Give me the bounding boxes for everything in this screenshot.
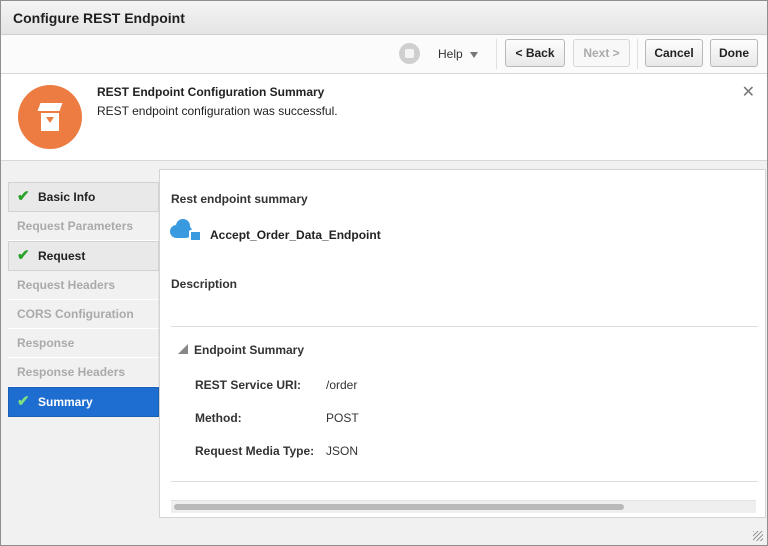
sidebar-item-request-parameters[interactable]: Request Parameters: [8, 212, 159, 241]
endpoint-summary-section-title[interactable]: Endpoint Summary: [194, 343, 304, 357]
sidebar-item-request-headers[interactable]: Request Headers: [8, 271, 159, 300]
summary-panel: Rest endpoint summary Accept_Order_Data_…: [159, 169, 766, 518]
request-media-type-label: Request Media Type:: [195, 444, 315, 458]
method-value: POST: [326, 411, 359, 425]
sidebar-item-label: Response Headers: [17, 365, 126, 379]
confirmation-banner: REST Endpoint Configuration Summary REST…: [1, 74, 767, 161]
check-icon: ✔: [17, 188, 30, 205]
horizontal-scrollbar[interactable]: [171, 500, 756, 513]
help-icon[interactable]: [399, 43, 420, 64]
badge-arrow: [46, 117, 54, 123]
sidebar-item-cors-configuration[interactable]: CORS Configuration: [8, 300, 159, 329]
resize-grip-icon[interactable]: [753, 531, 763, 541]
wizard-badge-icon: [18, 85, 82, 149]
configure-rest-endpoint-dialog: Configure REST Endpoint Help < Back Next…: [0, 0, 768, 546]
section-divider: [171, 481, 758, 482]
plug-shape: [189, 230, 202, 242]
description-label: Description: [171, 277, 238, 291]
method-label: Method:: [195, 411, 242, 425]
wizard-toolbar: Help < Back Next > Cancel Done: [1, 35, 767, 74]
close-icon[interactable]: ✕: [742, 82, 755, 102]
sidebar-item-label: CORS Configuration: [17, 307, 134, 321]
sidebar-item-request[interactable]: ✔ Request: [8, 241, 159, 271]
sidebar-item-response-headers[interactable]: Response Headers: [8, 358, 159, 387]
cancel-button[interactable]: Cancel: [645, 39, 703, 67]
endpoint-name: Accept_Order_Data_Endpoint: [210, 228, 381, 242]
toolbar-divider: [496, 39, 497, 69]
dialog-titlebar[interactable]: Configure REST Endpoint: [1, 1, 767, 35]
dialog-title: Configure REST Endpoint: [13, 10, 185, 26]
badge-cap: [37, 103, 63, 111]
help-menu[interactable]: Help: [438, 47, 478, 61]
wizard-steps: ✔ Basic Info Request Parameters ✔ Reques…: [8, 182, 159, 417]
rest-service-uri-label: REST Service URI:: [195, 378, 302, 392]
banner-message: REST endpoint configuration was successf…: [97, 104, 338, 118]
sidebar-item-label: Response: [17, 336, 75, 350]
request-media-type-value: JSON: [326, 444, 359, 458]
done-button[interactable]: Done: [710, 39, 758, 67]
sidebar-item-label: Basic Info: [38, 190, 96, 204]
sidebar-item-basic-info[interactable]: ✔ Basic Info: [8, 182, 159, 212]
check-icon: ✔: [17, 393, 30, 410]
sidebar-item-label: Request Headers: [17, 278, 116, 292]
rest-endpoint-cloud-icon: [170, 217, 202, 243]
collapse-triangle-icon[interactable]: [178, 344, 188, 354]
sidebar-item-label: Request Parameters: [17, 219, 134, 233]
toolbar-divider: [637, 39, 638, 69]
banner-title: REST Endpoint Configuration Summary: [97, 85, 325, 99]
next-button[interactable]: Next >: [573, 39, 630, 67]
chevron-down-icon: [469, 51, 478, 58]
summary-heading: Rest endpoint summary: [171, 192, 308, 206]
check-icon: ✔: [17, 247, 30, 264]
wizard-content: ✔ Basic Info Request Parameters ✔ Reques…: [1, 161, 767, 545]
back-button[interactable]: < Back: [505, 39, 565, 67]
sidebar-item-summary[interactable]: ✔ Summary: [8, 387, 159, 417]
scrollbar-thumb[interactable]: [174, 504, 624, 510]
section-divider: [171, 326, 758, 327]
help-label: Help: [438, 47, 463, 61]
rest-service-uri-value: /order: [326, 378, 358, 392]
sidebar-item-response[interactable]: Response: [8, 329, 159, 358]
